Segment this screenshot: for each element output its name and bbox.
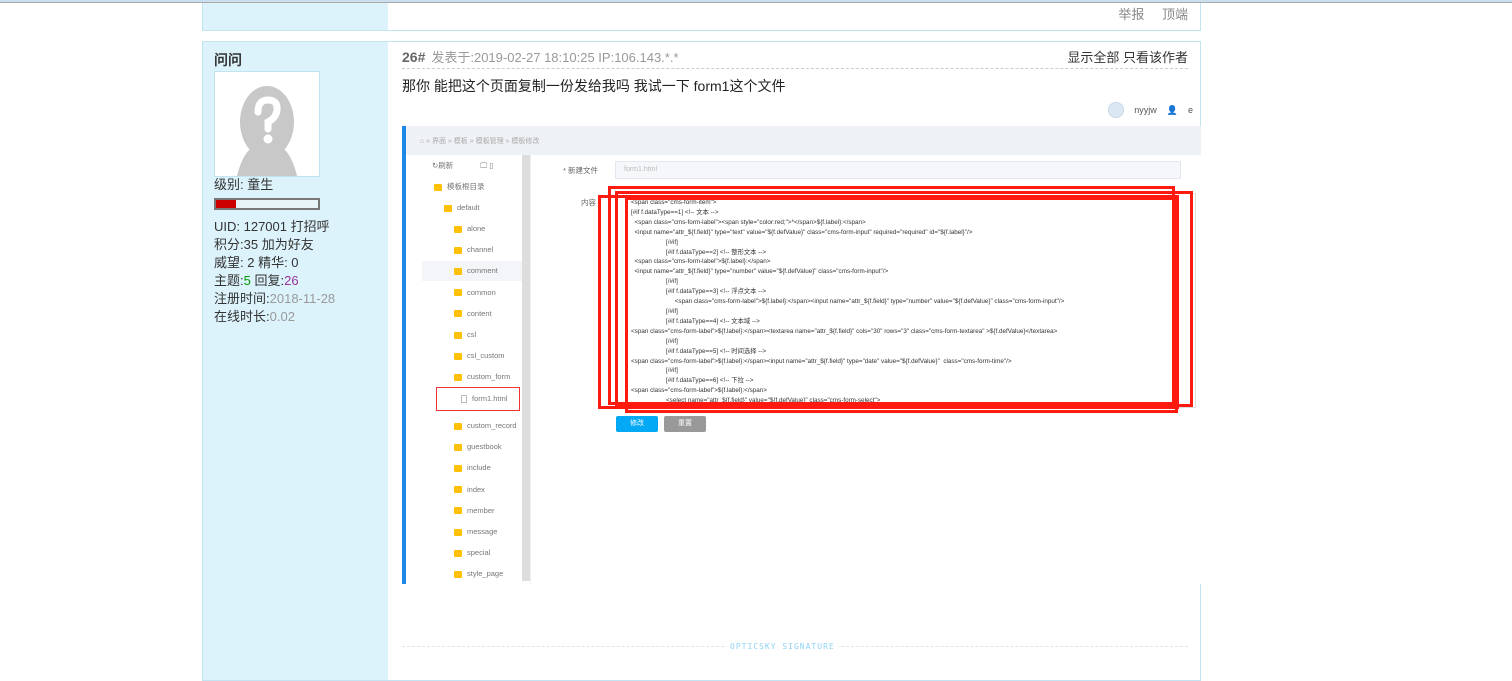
folder-icon [454, 549, 462, 557]
tree-folder-common[interactable]: common [454, 283, 496, 303]
points-line: 积分:35 加为好友 [214, 236, 314, 254]
embedded-username: nyyjw [1134, 105, 1157, 115]
tree-folder-csl-custom[interactable]: csl_custom [454, 346, 505, 366]
tree-folder-comment[interactable]: comment [422, 261, 522, 282]
online-time: 在线时长:0.02 [214, 308, 295, 326]
folder-icon [454, 331, 462, 339]
user-avatar-icon [1108, 102, 1125, 118]
folder-icon [454, 225, 462, 233]
online-label: 在线时长: [214, 309, 270, 324]
tree-folder-include[interactable]: include [454, 458, 491, 478]
uid-line: UID: 127001 打招呼 [214, 218, 330, 236]
replies-count: 26 [284, 273, 299, 288]
tree-file-form1[interactable]: form1.html [436, 387, 520, 411]
tree-folder-message[interactable]: message [454, 522, 497, 542]
signature: OPTICSKY SIGNATURE [727, 642, 838, 651]
embedded-user-bar: nyyjw 👤 e [1108, 102, 1193, 118]
register-time: 注册时间:2018-11-28 [214, 290, 335, 308]
points: 积分:35 [214, 237, 259, 252]
tree-folder-index[interactable]: index [454, 480, 485, 500]
folder-icon [454, 422, 462, 430]
tree-root[interactable]: 模板根目录 [434, 177, 485, 197]
breadcrumb: ⌂ » 界面 » 模板 » 模板管理 » 模板修改 [406, 126, 1201, 155]
previous-post: 举报 顶端 [202, 3, 1201, 31]
refresh-button[interactable]: ↻刷新 [432, 156, 453, 176]
folder-icon [454, 486, 462, 494]
post-header: 26# 发表于:2019-02-27 18:10:25 IP:106.143.*.… [402, 47, 1188, 69]
tree-folder-custom-form[interactable]: custom_form [454, 367, 510, 387]
post-main: 26# 发表于:2019-02-27 18:10:25 IP:106.143.*.… [389, 42, 1201, 680]
tree-folder-csl[interactable]: csl [454, 325, 476, 345]
desktop-icon: 🖵 ▯ [480, 161, 494, 170]
folder-icon [454, 267, 462, 275]
folder-icon [454, 443, 462, 451]
author-name[interactable]: 问问 [214, 50, 242, 70]
uid: UID: 127001 [214, 219, 287, 234]
register-date: 2018-11-28 [269, 291, 336, 306]
new-file-input[interactable]: form1.html [615, 161, 1181, 179]
topics-count: 5 [243, 273, 251, 288]
report-link[interactable]: 举报 [1118, 7, 1144, 22]
annotation-box [625, 197, 1178, 413]
tree-folder-channel[interactable]: channel [454, 240, 493, 260]
level-progress-bar [214, 198, 320, 210]
topics-label: 主题: [214, 273, 244, 288]
greet-link[interactable]: 打招呼 [291, 219, 330, 234]
online-value: 0.02 [269, 309, 295, 324]
prestige: 威望: 2 精华: 0 [214, 255, 299, 270]
forum-post: 问问 级别: 童生 UID: 127001 打招呼 积分:35 加为好友 威望:… [202, 41, 1201, 681]
tree-folder-content[interactable]: content [454, 304, 492, 324]
add-friend-link[interactable]: 加为好友 [262, 237, 314, 252]
top-link[interactable]: 顶端 [1162, 7, 1188, 22]
folder-icon [454, 373, 462, 381]
folder-icon [454, 246, 462, 254]
tree-default[interactable]: default [444, 198, 480, 218]
tree-folder-special[interactable]: special [454, 543, 490, 563]
folder-icon [454, 310, 462, 318]
folder-icon [454, 352, 462, 360]
tree-folder-member[interactable]: member [454, 501, 495, 521]
avatar [214, 71, 320, 177]
register-label: 注册时间: [214, 291, 270, 306]
replies-label: 回复: [254, 273, 285, 288]
user-icon: 👤 [1166, 104, 1178, 115]
author-sidebar: 问问 级别: 童生 UID: 127001 打招呼 积分:35 加为好友 威望:… [203, 42, 388, 680]
folder-icon [454, 570, 462, 578]
reset-button[interactable]: 重置 [664, 416, 706, 432]
post-meta: 发表于:2019-02-27 18:10:25 IP:106.143.*.* [431, 50, 679, 65]
folder-icon [454, 507, 462, 515]
submit-button[interactable]: 修改 [616, 416, 658, 432]
ie-icon: e [1187, 105, 1193, 115]
tree-folder-custom-record[interactable]: custom_record [454, 416, 517, 436]
folder-icon [454, 464, 462, 472]
embedded-screenshot: ⌂ » 界面 » 模板 » 模板管理 » 模板修改 ↻刷新 🖵 ▯ 模板根目录 … [402, 126, 1201, 584]
file-tree: ↻刷新 🖵 ▯ 模板根目录 default alone channel commen… [422, 155, 530, 584]
topics-replies: 主题:5 回复:26 [214, 272, 299, 290]
folder-icon [454, 289, 462, 297]
previous-post-sidebar [203, 3, 388, 30]
tree-folder-guestbook[interactable]: guestbook [454, 437, 502, 457]
only-author-link[interactable]: 只看该作者 [1123, 50, 1188, 65]
post-content: 那你 能把这个页面复制一份发给我吗 我试一下 form1这个文件 [402, 78, 786, 94]
level: 级别: 童生 [214, 177, 274, 192]
tree-folder-style-page[interactable]: style_page [454, 564, 503, 584]
tree-folder-alone[interactable]: alone [454, 219, 485, 239]
show-all-link[interactable]: 显示全部 [1067, 50, 1119, 65]
folder-icon [454, 528, 462, 536]
floor-number: 26# [402, 49, 426, 65]
new-file-label: * 新建文件 [563, 166, 599, 175]
content-label: 内容 [581, 198, 596, 207]
